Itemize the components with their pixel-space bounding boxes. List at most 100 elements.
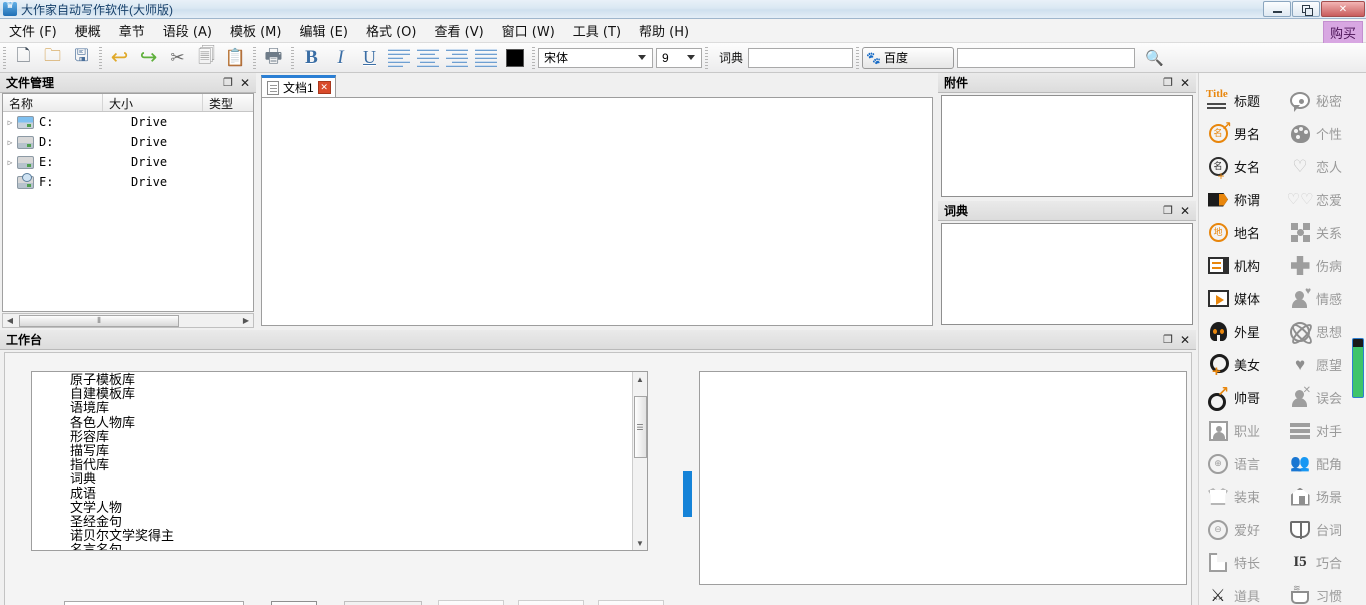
list-item[interactable]: 成语 <box>32 488 647 502</box>
sidebar-item-tag[interactable]: 称谓 <box>1204 183 1282 216</box>
restore-button[interactable] <box>1292 1 1320 17</box>
scroll-thumb[interactable]: ☰ <box>634 396 647 458</box>
dictionary-body[interactable] <box>941 223 1193 325</box>
save-icon[interactable]: 🖫 <box>67 45 96 71</box>
float-icon[interactable]: ❐ <box>1163 333 1173 346</box>
sidebar-scrollbar[interactable] <box>1352 338 1364 398</box>
table-row[interactable]: ▷E:Drive <box>3 152 253 172</box>
sidebar-item-title[interactable]: Title标题 <box>1204 84 1282 117</box>
workbench-splitter[interactable] <box>683 471 692 517</box>
table-row[interactable]: ▷C:Drive <box>3 112 253 132</box>
cut-icon[interactable]: ✂ <box>163 45 192 71</box>
scroll-right-icon[interactable]: ▶ <box>239 316 253 325</box>
file-manager-hscrollbar[interactable]: ◀ ⦀ ▶ <box>2 313 254 328</box>
sidebar-item-mars[interactable]: 帅哥 <box>1204 381 1282 414</box>
toolbar-grip-7[interactable] <box>856 47 859 69</box>
attachment-body[interactable] <box>941 95 1193 197</box>
tab-document1[interactable]: 文档1 ✕ <box>261 75 336 97</box>
document-canvas[interactable] <box>261 97 933 326</box>
hscroll-thumb[interactable]: ⦀ <box>19 315 179 327</box>
redo-icon[interactable]: ↪ <box>134 45 163 71</box>
close-icon[interactable]: ✕ <box>1180 333 1190 347</box>
scroll-left-icon[interactable]: ◀ <box>3 316 17 325</box>
sidebar-item-clothing[interactable]: 装束 <box>1204 480 1282 513</box>
table-row[interactable]: F:Drive <box>3 172 253 192</box>
close-icon[interactable]: ✕ <box>1180 76 1190 90</box>
list-item[interactable]: 词典 <box>32 473 647 487</box>
column-size[interactable]: 大小 <box>103 94 203 111</box>
undo-icon[interactable]: ↩ <box>105 45 134 71</box>
float-icon[interactable]: ❐ <box>1163 204 1173 217</box>
paste-icon[interactable]: 📋 <box>221 45 250 71</box>
align-center-button[interactable] <box>413 45 442 71</box>
align-left-button[interactable] <box>384 45 413 71</box>
sidebar-item-male-name[interactable]: 名↗男名 <box>1204 117 1282 150</box>
scroll-track[interactable]: ☰ <box>633 386 648 536</box>
menu-template[interactable]: 模板 (M) <box>221 18 291 43</box>
search-engine-select[interactable]: 🐾 百度 <box>862 47 954 69</box>
dictionary-input[interactable] <box>748 48 853 68</box>
copy-icon[interactable]: 🗐 <box>192 45 221 71</box>
magnifier-icon[interactable]: 🔍 <box>1145 49 1164 67</box>
menu-format[interactable]: 格式 (O) <box>357 18 426 43</box>
tab-close-icon[interactable]: ✕ <box>318 81 331 94</box>
sidebar-item-place[interactable]: 地地名 <box>1204 216 1282 249</box>
scroll-up-icon[interactable]: ▲ <box>633 372 648 386</box>
sidebar-item-opponent[interactable]: 对手 <box>1286 414 1364 447</box>
font-size-select[interactable]: 9 <box>656 48 702 68</box>
list-item[interactable]: 各色人物库 <box>32 417 647 431</box>
sidebar-item-habit[interactable]: 习惯 <box>1286 579 1364 605</box>
menu-paragraph[interactable]: 语段 (A) <box>154 18 221 43</box>
menu-view[interactable]: 查看 (V) <box>425 18 492 43</box>
sidebar-item-book[interactable]: 台词 <box>1286 513 1364 546</box>
float-icon[interactable]: ❐ <box>223 76 233 89</box>
search-mode-secondary-select[interactable]: 以... 开头 <box>344 601 422 605</box>
sidebar-item-hobby[interactable]: ⊖爱好 <box>1204 513 1282 546</box>
expand-triangle-icon[interactable]: ▷ <box>3 158 17 167</box>
expand-triangle-icon[interactable]: ▷ <box>3 138 17 147</box>
buy-button[interactable]: 购买 <box>1323 21 1363 44</box>
open-folder-icon[interactable]: 🗀 <box>38 45 67 71</box>
list-item[interactable]: 语境库 <box>32 402 647 416</box>
sidebar-item-media[interactable]: 媒体 <box>1204 282 1282 315</box>
column-type[interactable]: 类型 <box>203 94 253 111</box>
next-button[interactable]: 下个 <box>518 600 584 605</box>
preview-pane[interactable] <box>699 371 1187 585</box>
menu-tools[interactable]: 工具 (T) <box>564 18 630 43</box>
table-row[interactable]: ▷D:Drive <box>3 132 253 152</box>
sidebar-item-supporting-role[interactable]: 👥配角 <box>1286 447 1364 480</box>
minimize-button[interactable] <box>1263 1 1291 17</box>
list-item[interactable]: 文学人物 <box>32 502 647 516</box>
previous-button[interactable]: 上个 <box>438 600 504 605</box>
library-list-scrollbar[interactable]: ▲ ☰ ▼ <box>632 372 647 550</box>
list-item[interactable]: 描写库 <box>32 445 647 459</box>
list-item[interactable]: 自建模板库 <box>32 388 647 402</box>
scroll-down-icon[interactable]: ▼ <box>633 536 648 550</box>
toolbar-grip-6[interactable] <box>705 47 708 69</box>
toolbar-grip-2[interactable] <box>99 47 102 69</box>
close-button[interactable]: ✕ <box>1321 1 1365 17</box>
sidebar-item-organization[interactable]: 机构 <box>1204 249 1282 282</box>
sidebar-item-skill[interactable]: 特长 <box>1204 546 1282 579</box>
sidebar-item-female-name[interactable]: 名+女名 <box>1204 150 1282 183</box>
sidebar-item-venus[interactable]: 美女 <box>1204 348 1282 381</box>
sidebar-item-job[interactable]: 职业 <box>1204 414 1282 447</box>
search-mode-primary-select[interactable]: 与 <box>271 601 317 605</box>
close-icon[interactable]: ✕ <box>240 76 250 90</box>
list-item[interactable]: 诺贝尔文学奖得主 <box>32 530 647 544</box>
toolbar-grip-5[interactable] <box>532 47 535 69</box>
search-input[interactable] <box>957 48 1135 68</box>
sidebar-item-person-heart[interactable]: ♥情感 <box>1286 282 1364 315</box>
float-icon[interactable]: ❐ <box>1163 76 1173 89</box>
align-right-button[interactable] <box>442 45 471 71</box>
sidebar-item-relationship[interactable]: 关系 <box>1286 216 1364 249</box>
sidebar-item-globe[interactable]: ⊕语言 <box>1204 447 1282 480</box>
toolbar-grip[interactable] <box>3 47 6 69</box>
underline-button[interactable]: U <box>355 45 384 71</box>
sidebar-item-speech-bubble[interactable]: 秘密 <box>1286 84 1364 117</box>
all-button[interactable]: 全部 <box>598 600 664 605</box>
menu-chapter[interactable]: 章节 <box>110 18 154 43</box>
sidebar-item-double-heart[interactable]: ♡♡恋爱 <box>1286 183 1364 216</box>
sidebar-item-heart-outline[interactable]: ♡恋人 <box>1286 150 1364 183</box>
sidebar-item-house[interactable]: 场景 <box>1286 480 1364 513</box>
